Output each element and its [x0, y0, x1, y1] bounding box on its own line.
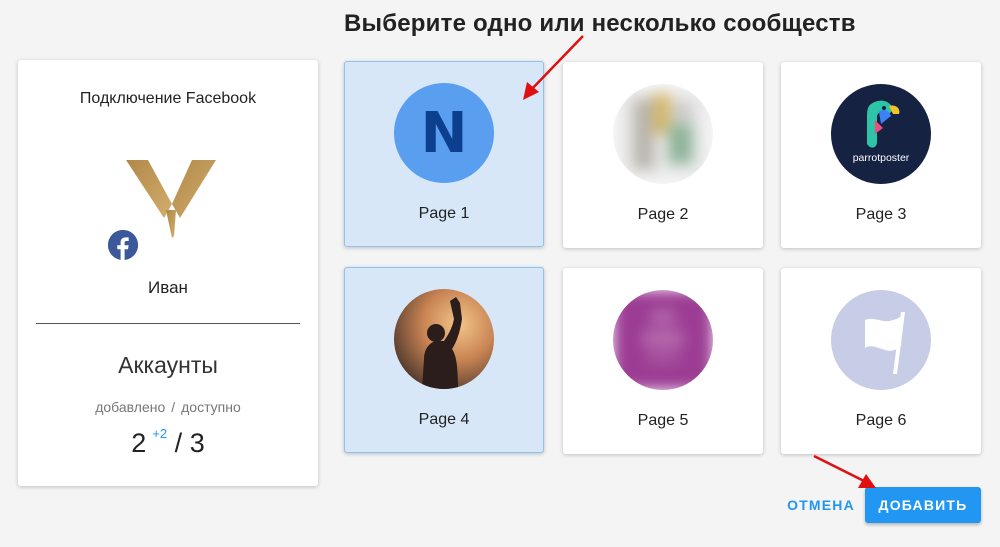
- page-avatar-n-icon: N: [394, 83, 494, 183]
- accounts-heading: Аккаунты: [118, 352, 218, 378]
- page-avatar-sunset-photo-icon: [394, 289, 494, 389]
- user-name: Иван: [148, 278, 188, 297]
- page-avatar-purple-icon: [613, 290, 713, 390]
- page-label: Page 4: [418, 411, 470, 428]
- accounts-subtitle: добавлено / доступно: [18, 399, 318, 415]
- divider: [36, 323, 300, 324]
- page-card-4[interactable]: Page 4: [344, 267, 544, 453]
- page-card-2[interactable]: Page 2: [563, 62, 763, 248]
- page-label: Page 3: [855, 206, 907, 223]
- add-button[interactable]: ДОБАВИТЬ: [865, 487, 981, 523]
- cancel-button[interactable]: ОТМЕНА: [780, 491, 862, 519]
- count-separator: /: [174, 428, 183, 458]
- count-new-badge: +2: [152, 426, 168, 441]
- account-card: Подключение Facebook Иван Аккаунты добав…: [18, 60, 318, 486]
- available-label: доступно: [181, 399, 241, 415]
- page-label: Page 6: [855, 412, 907, 429]
- accounts-count: 2 +2 / 3: [18, 426, 318, 459]
- added-label: добавлено: [95, 399, 166, 415]
- parrotposter-wordmark: parrotposter: [853, 152, 910, 164]
- page-label: Page 1: [418, 205, 470, 222]
- facebook-icon: [108, 230, 138, 260]
- avatar-letter: N: [420, 100, 468, 166]
- separator: /: [171, 399, 176, 415]
- account-title: Подключение Facebook: [79, 90, 257, 107]
- page-heading: Выберите одно или несколько сообществ: [344, 10, 856, 37]
- page-card-5[interactable]: Page 5: [563, 268, 763, 454]
- count-added: 2: [131, 428, 147, 458]
- parrotposter-logo-icon: parrotposter: [831, 84, 931, 184]
- page-label: Page 5: [637, 412, 689, 429]
- page-avatar-photo-icon: [613, 84, 713, 184]
- page-card-3[interactable]: parrotposter Page 3: [781, 62, 981, 248]
- page-card-1[interactable]: N Page 1: [344, 61, 544, 247]
- flag-icon: [831, 290, 931, 390]
- brand-logo-icon: [126, 160, 216, 238]
- count-total: 3: [189, 428, 205, 458]
- page-card-6[interactable]: Page 6: [781, 268, 981, 454]
- page-label: Page 2: [637, 206, 689, 223]
